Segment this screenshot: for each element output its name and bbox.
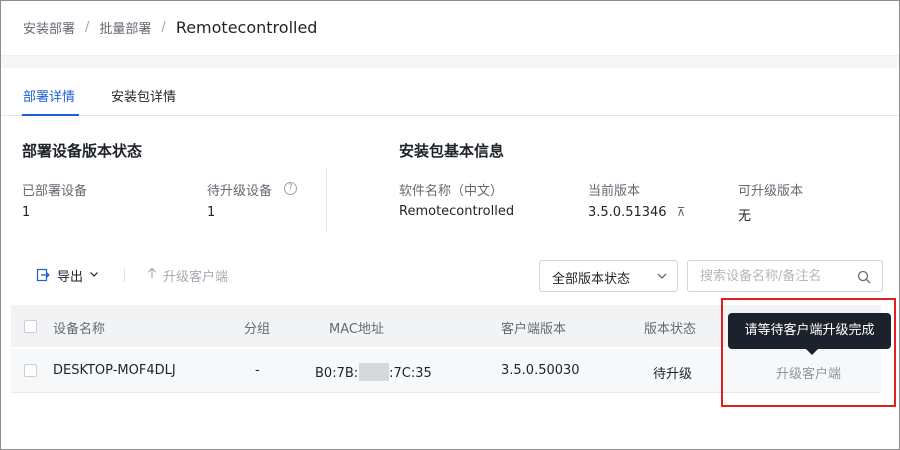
client-version-cell: 3.5.0.50030 (501, 363, 580, 378)
chevron-down-icon (89, 268, 99, 283)
upgradable-version-label: 可升级版本 (738, 184, 804, 199)
pending-devices-value: 1 (207, 205, 216, 220)
select-all-checkbox[interactable] (24, 320, 37, 333)
deployed-devices-label: 已部署设备 (22, 184, 88, 199)
breadcrumb-separator: / (85, 20, 90, 35)
column-mac-address: MAC地址 (329, 322, 384, 337)
active-tab-indicator (22, 114, 79, 116)
export-label: 导出 (57, 269, 84, 285)
package-info-title: 安装包基本信息 (399, 142, 505, 160)
section-divider (326, 168, 327, 232)
upgrade-client-label: 升级客户端 (163, 269, 229, 285)
redaction-mask (359, 363, 390, 381)
version-status-value: 全部版本状态 (552, 272, 631, 287)
device-name-cell: DESKTOP-MOF4DLJ (53, 363, 176, 378)
page-header: 安装部署 / 批量部署 / Remotecontrolled (1, 1, 899, 56)
tab-package-details[interactable]: 安装包详情 (111, 86, 176, 105)
breadcrumb-item-batch-deploy[interactable]: 批量部署 (99, 18, 151, 37)
device-search-box (687, 260, 883, 292)
mac-suffix: :7C:35 (389, 366, 432, 381)
question-circle-icon[interactable]: ? (284, 182, 297, 195)
breadcrumb: 安装部署 / 批量部署 / Remotecontrolled (23, 18, 317, 37)
export-icon (36, 268, 52, 282)
current-version-value: 3.5.0.51346 ⊼ (588, 205, 686, 220)
chevron-down-icon (656, 270, 668, 286)
version-status-cell: 待升级 (653, 367, 693, 382)
software-name-value: Remotecontrolled (399, 204, 515, 219)
breadcrumb-separator: / (161, 20, 166, 35)
highlight-box (721, 298, 896, 407)
breadcrumb-item-install-deploy[interactable]: 安装部署 (23, 18, 75, 37)
column-group: 分组 (244, 322, 271, 337)
deploy-status-title: 部署设备版本状态 (22, 142, 143, 160)
column-version-status: 版本状态 (644, 322, 697, 337)
group-cell: - (255, 363, 260, 378)
arrow-up-icon (147, 267, 157, 283)
export-button[interactable]: 导出 (36, 262, 99, 288)
mac-address-cell: B0:7B: :7C:35 (315, 363, 432, 381)
current-version-label: 当前版本 (588, 184, 641, 199)
column-client-version: 客户端版本 (501, 322, 567, 337)
row-checkbox[interactable] (24, 364, 37, 377)
mac-prefix: B0:7B: (315, 366, 359, 381)
version-status-select[interactable]: 全部版本状态 (539, 260, 678, 292)
caret-up-icon: ⊼ (676, 205, 686, 219)
tab-bar: 部署详情 安装包详情 (1, 68, 899, 116)
software-name-label: 软件名称（中文） (399, 184, 504, 199)
toolbar-divider (124, 268, 125, 282)
column-device-name: 设备名称 (53, 322, 106, 337)
upgrade-client-button[interactable]: 升级客户端 (147, 262, 228, 288)
search-icon[interactable] (857, 269, 871, 288)
breadcrumb-current: Remotecontrolled (175, 18, 318, 37)
current-version-text: 3.5.0.51346 (588, 205, 667, 220)
pending-devices-label: 待升级设备 (207, 184, 273, 199)
deployed-devices-value: 1 (22, 205, 31, 220)
tab-deploy-details[interactable]: 部署详情 (23, 86, 75, 105)
device-search-input[interactable] (700, 267, 850, 285)
upgradable-version-value: 无 (738, 209, 752, 224)
header-spacer (1, 56, 899, 68)
